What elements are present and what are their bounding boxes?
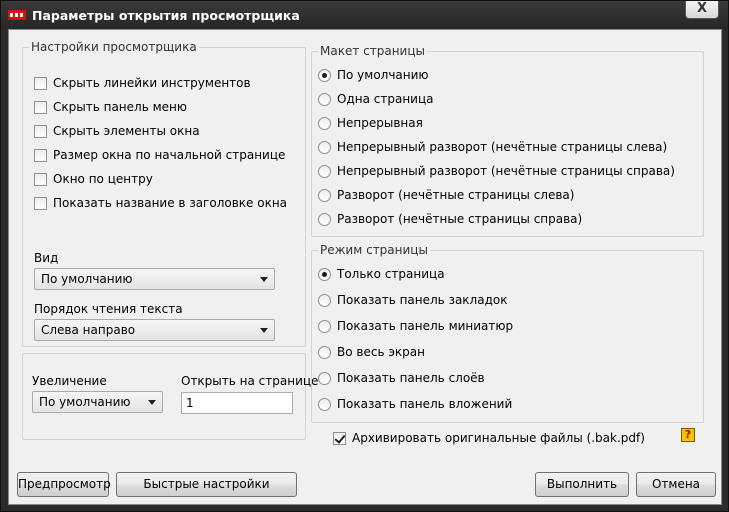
hide-toolbars-checkbox[interactable]: Скрыть линейки инструментов — [34, 74, 251, 92]
radio-button[interactable] — [318, 212, 331, 226]
mode-attachments-radio[interactable]: Показать панель вложений — [318, 395, 512, 413]
hide-window-ui-checkbox[interactable]: Скрыть элементы окна — [34, 122, 200, 140]
mode-thumbnails-radio[interactable]: Показать панель миниатюр — [318, 317, 513, 335]
radio-label: По умолчанию — [337, 68, 429, 82]
view-label: Вид — [34, 251, 59, 265]
layout-continuous-radio[interactable]: Непрерывная — [318, 114, 423, 132]
radio-button[interactable] — [318, 345, 331, 359]
checkbox-label: Скрыть панель меню — [53, 100, 187, 114]
display-doc-title-checkbox[interactable]: Показать название в заголовке окна — [34, 194, 287, 212]
radio-label: Только страница — [337, 267, 445, 281]
window-title: Параметры открытия просмотрщика — [32, 8, 300, 23]
radio-button[interactable] — [318, 319, 331, 333]
close-button[interactable]: X — [685, 1, 719, 19]
radio-button[interactable] — [318, 397, 331, 411]
checkbox-label: Окно по центру — [53, 172, 153, 186]
mode-page-only-radio[interactable]: Только страница — [318, 265, 445, 283]
zoom-select[interactable]: По умолчанию — [32, 391, 163, 413]
reading-order-select[interactable]: Слева направо — [34, 319, 275, 341]
radio-button[interactable] — [318, 92, 331, 106]
fit-window-checkbox[interactable]: Размер окна по начальной странице — [34, 146, 285, 164]
viewer-settings-group: Настройки просмотрщика Скрыть линейки ин… — [22, 40, 306, 347]
chevron-down-icon — [260, 328, 268, 333]
center-window-checkbox[interactable]: Окно по центру — [34, 170, 153, 188]
layout-two-column-right-radio[interactable]: Непрерывный разворот (нечётные страницы … — [318, 162, 675, 180]
radio-button[interactable] — [318, 116, 331, 130]
view-select-value: По умолчанию — [41, 272, 133, 286]
page-layout-group: Макет страницы По умолчанию Одна страниц… — [311, 44, 704, 237]
open-page-input[interactable]: 1 — [181, 392, 293, 414]
chevron-down-icon — [260, 277, 268, 282]
viewer-settings-legend: Настройки просмотрщика — [29, 40, 199, 54]
quick-settings-button[interactable]: Быстрые настройки — [116, 472, 297, 497]
page-mode-group: Режим страницы Только страница Показать … — [311, 243, 704, 423]
zoom-group: Увеличение По умолчанию Открыть на стран… — [22, 353, 318, 440]
radio-button[interactable] — [318, 188, 331, 202]
page-layout-legend: Макет страницы — [318, 44, 427, 58]
checkbox-box[interactable] — [333, 431, 346, 445]
radio-label: Разворот (нечётные страницы слева) — [337, 188, 575, 202]
checkbox-box[interactable] — [34, 124, 47, 138]
checkbox-box[interactable] — [34, 148, 47, 162]
zoom-select-value: По умолчанию — [39, 395, 131, 409]
checkbox-box[interactable] — [34, 76, 47, 90]
mode-bookmarks-radio[interactable]: Показать панель закладок — [318, 291, 507, 309]
radio-label: Во весь экран — [337, 345, 425, 359]
zoom-label: Увеличение — [32, 374, 107, 388]
radio-label: Непрерывный разворот (нечётные страницы … — [337, 164, 675, 178]
reading-order-select-value: Слева направо — [41, 323, 136, 337]
help-icon[interactable]: ? — [681, 428, 695, 442]
radio-label: Одна страница — [337, 92, 434, 106]
checkbox-label: Скрыть элементы окна — [53, 124, 200, 138]
checkbox-box[interactable] — [34, 172, 47, 186]
page-mode-legend: Режим страницы — [318, 243, 430, 257]
radio-label: Показать панель закладок — [337, 293, 508, 307]
view-select[interactable]: По умолчанию — [34, 268, 275, 290]
mode-fullscreen-radio[interactable]: Во весь экран — [318, 343, 425, 361]
archive-originals-checkbox[interactable]: Архивировать оригинальные файлы (.bak.pd… — [333, 429, 645, 447]
pdf-app-icon — [8, 10, 26, 20]
checkbox-label: Размер окна по начальной странице — [53, 148, 286, 162]
radio-label: Непрерывная — [337, 116, 423, 130]
checkbox-box[interactable] — [34, 100, 47, 114]
layout-two-page-right-radio[interactable]: Разворот (нечётные страницы справа) — [318, 210, 582, 228]
layout-two-page-left-radio[interactable]: Разворот (нечётные страницы слева) — [318, 186, 574, 204]
radio-button[interactable] — [318, 267, 331, 281]
layout-two-column-left-radio[interactable]: Непрерывный разворот (нечётные страницы … — [318, 138, 667, 156]
layout-default-radio[interactable]: По умолчанию — [318, 66, 429, 84]
radio-label: Непрерывный разворот (нечётные страницы … — [337, 140, 668, 154]
run-button[interactable]: Выполнить — [535, 472, 629, 497]
title-bar[interactable]: Параметры открытия просмотрщика X — [1, 1, 728, 29]
checkbox-label: Показать название в заголовке окна — [53, 196, 288, 210]
radio-label: Показать панель миниатюр — [337, 319, 514, 333]
radio-button[interactable] — [318, 140, 331, 154]
checkbox-label: Архивировать оригинальные файлы (.bak.pd… — [352, 431, 645, 445]
radio-button[interactable] — [318, 293, 331, 307]
open-page-label: Открыть на странице — [181, 374, 319, 388]
mode-layers-radio[interactable]: Показать панель слоёв — [318, 369, 485, 387]
radio-label: Показать панель вложений — [337, 397, 513, 411]
radio-button[interactable] — [318, 164, 331, 178]
radio-label: Разворот (нечётные страницы справа) — [337, 212, 583, 226]
layout-single-page-radio[interactable]: Одна страница — [318, 90, 433, 108]
chevron-down-icon — [148, 400, 156, 405]
hide-menubar-checkbox[interactable]: Скрыть панель меню — [34, 98, 187, 116]
checkbox-label: Скрыть линейки инструментов — [53, 76, 251, 90]
reading-order-label: Порядок чтения текста — [34, 302, 183, 316]
preview-button[interactable]: Предпросмотр — [17, 472, 111, 497]
cancel-button[interactable]: Отмена — [636, 472, 716, 497]
radio-button[interactable] — [318, 371, 331, 385]
radio-button[interactable] — [318, 68, 331, 82]
dialog-window: Параметры открытия просмотрщика X Настро… — [0, 0, 729, 512]
dialog-client-area: Настройки просмотрщика Скрыть линейки ин… — [8, 29, 722, 505]
radio-label: Показать панель слоёв — [337, 371, 485, 385]
checkbox-box[interactable] — [34, 196, 47, 210]
